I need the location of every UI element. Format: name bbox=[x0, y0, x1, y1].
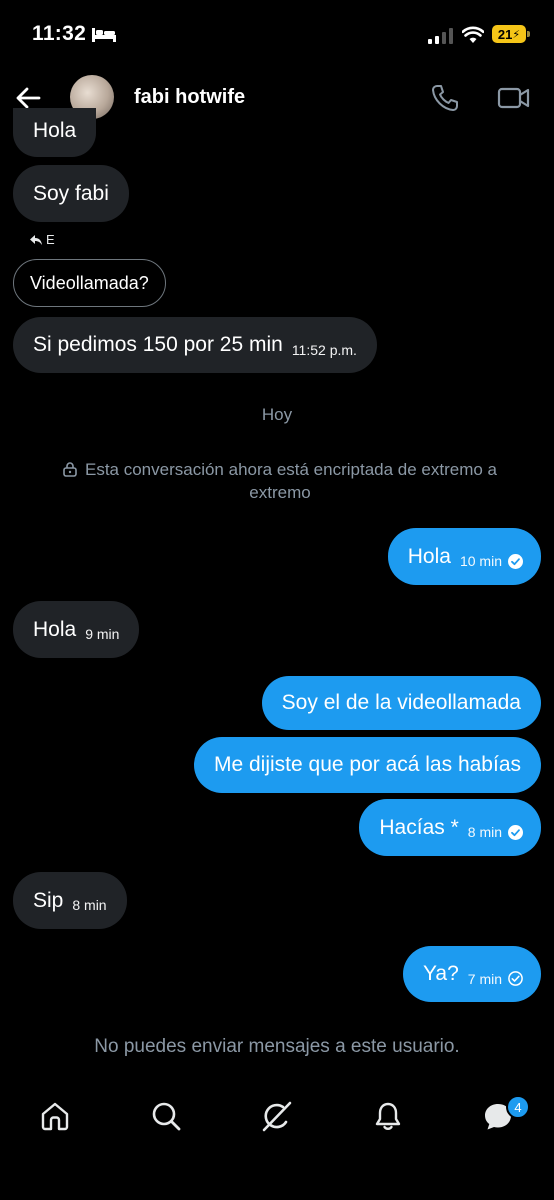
lock-icon bbox=[63, 462, 77, 477]
message-text: Ya? bbox=[422, 962, 459, 985]
message-text: Hacías * bbox=[379, 815, 459, 839]
outgoing-message[interactable]: Me dijiste que por acá las habías bbox=[193, 737, 541, 793]
read-check-icon bbox=[508, 553, 523, 569]
grok-icon[interactable] bbox=[261, 1100, 293, 1132]
message-text: Sip bbox=[33, 888, 64, 912]
message-timestamp: 11:52 p.m. bbox=[291, 341, 357, 358]
message-text: Hola bbox=[33, 617, 77, 641]
reply-label: E bbox=[46, 232, 55, 247]
outgoing-message[interactable]: Hacías * 8 min bbox=[359, 799, 541, 856]
message-text: Soy fabi bbox=[33, 181, 109, 205]
incoming-message[interactable]: Hola 9 min bbox=[13, 601, 140, 658]
battery-tip bbox=[527, 31, 530, 37]
message-timestamp: 7 min bbox=[467, 970, 502, 987]
message-text: Me dijiste que por acá las habías bbox=[213, 753, 521, 776]
phone-call-icon[interactable] bbox=[430, 83, 460, 113]
reply-indicator: E bbox=[30, 232, 55, 247]
outgoing-message[interactable]: Hola 10 min bbox=[387, 528, 541, 585]
message-text: Hola bbox=[33, 118, 77, 142]
video-call-icon[interactable] bbox=[497, 84, 531, 112]
quoted-message[interactable]: Videollamada? bbox=[13, 259, 166, 307]
cellular-signal-icon bbox=[428, 28, 454, 44]
search-icon[interactable] bbox=[150, 1100, 182, 1132]
encryption-text: Esta conversación ahora está encriptada … bbox=[84, 460, 498, 502]
read-check-icon bbox=[508, 824, 523, 840]
incoming-message[interactable]: Hola bbox=[13, 108, 97, 157]
messages-badge: 4 bbox=[506, 1095, 530, 1119]
outgoing-message[interactable]: Ya? 7 min bbox=[402, 946, 541, 1002]
incoming-message[interactable]: Si pedimos 150 por 25 min 11:52 p.m. bbox=[13, 317, 377, 373]
status-time: 11:32 bbox=[32, 22, 87, 45]
quoted-text: Videollamada? bbox=[30, 272, 149, 293]
message-timestamp: 8 min bbox=[72, 897, 107, 913]
incoming-message[interactable]: Soy fabi bbox=[13, 165, 129, 222]
message-text: Si pedimos 150 por 25 min bbox=[33, 333, 283, 356]
message-timestamp: 10 min bbox=[459, 553, 502, 569]
contact-name[interactable]: fabi hotwife bbox=[134, 86, 245, 109]
wifi-icon bbox=[462, 26, 484, 44]
encryption-notice: Esta conversación ahora está encriptada … bbox=[40, 458, 520, 504]
day-separator: Hoy bbox=[261, 405, 293, 424]
battery-level: 21 bbox=[497, 26, 513, 42]
home-icon[interactable] bbox=[39, 1100, 71, 1132]
message-timestamp: 8 min bbox=[467, 824, 502, 840]
message-text: Hola bbox=[407, 544, 451, 568]
sleep-focus-icon bbox=[92, 28, 116, 42]
sent-check-icon bbox=[508, 971, 523, 986]
outgoing-message[interactable]: Soy el de la videollamada bbox=[261, 676, 541, 730]
battery-indicator: 21 ⚡ bbox=[492, 25, 526, 43]
reply-arrow-icon bbox=[30, 234, 42, 245]
incoming-message[interactable]: Sip 8 min bbox=[13, 872, 127, 929]
message-text: Soy el de la videollamada bbox=[281, 691, 521, 714]
notifications-icon[interactable] bbox=[372, 1100, 404, 1132]
message-timestamp: 9 min bbox=[85, 626, 120, 642]
cannot-send-notice: No puedes enviar mensajes a este usuario… bbox=[94, 1036, 460, 1057]
